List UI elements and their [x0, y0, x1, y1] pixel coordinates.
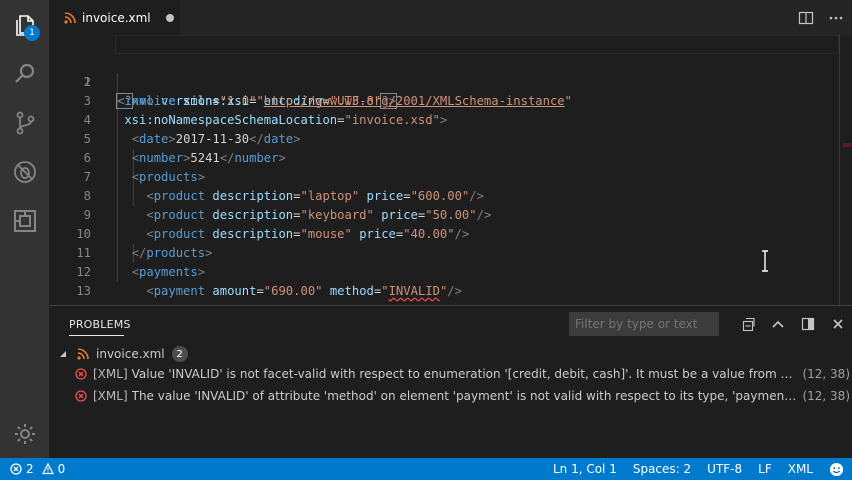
- error-count: 2: [26, 462, 34, 476]
- toggle-panel-position-icon[interactable]: [800, 316, 816, 332]
- problem-source: [XML]: [93, 389, 128, 403]
- status-bar-right: Ln 1, Col 1 Spaces: 2 UTF-8 LF XML: [553, 458, 844, 480]
- warning-count: 0: [57, 462, 66, 476]
- code-line: 9 <product description="mouse" price="40…: [49, 187, 839, 241]
- expanded-triangle-icon[interactable]: [59, 350, 67, 358]
- chevron-up-icon[interactable]: [770, 316, 786, 332]
- error-icon: [75, 390, 87, 402]
- active-tab-indicator: [69, 335, 124, 336]
- code-line: 8 <product description="keyboard" price=…: [49, 168, 839, 222]
- vertical-scrollbar[interactable]: [839, 35, 840, 305]
- code-line: 11 <payments>: [49, 225, 839, 279]
- overview-ruler-error-mark: [843, 143, 852, 147]
- tab-invoice-xml[interactable]: invoice.xml: [49, 0, 180, 35]
- problem-position: (12, 38): [802, 389, 850, 403]
- error-icon: [10, 463, 22, 475]
- code-line: 2 <invoice xmlns:xsi="http://www.w3.org/…: [49, 54, 839, 108]
- code-line: 1 <?xml version="1.0" encoding="UTF-8"?>: [49, 35, 839, 109]
- code-editor[interactable]: 1 <?xml version="1.0" encoding="UTF-8"?>…: [49, 35, 852, 305]
- problem-source: [XML]: [93, 367, 128, 381]
- problems-file-group[interactable]: invoice.xml 2: [59, 344, 188, 364]
- problems-status[interactable]: 2 0: [10, 458, 65, 480]
- explorer-icon[interactable]: [0, 0, 49, 49]
- end-of-line[interactable]: LF: [758, 462, 772, 476]
- tab-bar: invoice.xml: [49, 0, 852, 35]
- activity-bar: 1: [0, 0, 49, 458]
- indentation[interactable]: Spaces: 2: [633, 462, 691, 476]
- warning-icon: [41, 463, 54, 475]
- rss-xml-file-icon: [64, 11, 76, 24]
- problem-item[interactable]: [XML] The value 'INVALID' of attribute '…: [75, 385, 852, 407]
- panel-actions: [740, 316, 846, 332]
- problems-panel: PROBLEMS invoice.xml 2: [49, 305, 852, 458]
- language-mode[interactable]: XML: [788, 462, 813, 476]
- code-line: 10 </products>: [49, 206, 839, 260]
- file-encoding[interactable]: UTF-8: [707, 462, 742, 476]
- problems-file-name: invoice.xml: [96, 347, 165, 361]
- code-line: 12 <payment amount="690.00" method="INVA…: [49, 244, 839, 298]
- tab-title: invoice.xml: [82, 10, 151, 25]
- debug-icon[interactable]: [0, 147, 49, 196]
- close-icon[interactable]: [830, 316, 846, 332]
- split-editor-icon[interactable]: [798, 10, 814, 26]
- problem-count-badge: 2: [171, 346, 188, 362]
- code-line: 14 </invoice>: [49, 282, 839, 305]
- search-icon[interactable]: [0, 49, 49, 98]
- problem-position: (12, 38): [802, 367, 850, 381]
- problem-message: The value 'INVALID' of attribute 'method…: [131, 389, 797, 403]
- explorer-badge: 1: [24, 25, 40, 41]
- problems-filter-input[interactable]: [569, 312, 719, 336]
- cursor-position[interactable]: Ln 1, Col 1: [553, 462, 617, 476]
- code-line: 3 xsi:noNamespaceSchemaLocation="invoice…: [49, 73, 839, 127]
- status-bar: 2 0 Ln 1, Col 1 Spaces: 2 UTF-8 LF XML: [0, 458, 852, 480]
- code-line: 4 <date>2017-11-30</date>: [49, 92, 839, 146]
- source-control-icon[interactable]: [0, 98, 49, 147]
- unsaved-indicator-icon[interactable]: [165, 13, 174, 22]
- extensions-icon[interactable]: [0, 196, 49, 245]
- collapse-all-icon[interactable]: [740, 316, 756, 332]
- more-actions-icon[interactable]: [828, 10, 844, 26]
- problem-message: Value 'INVALID' is not facet-valid with …: [131, 367, 797, 381]
- feedback-smiley-icon[interactable]: [829, 462, 844, 477]
- rss-xml-file-icon: [77, 348, 89, 360]
- panel-tab-problems[interactable]: PROBLEMS: [69, 318, 131, 331]
- code-line: 13 </payments>: [49, 263, 839, 305]
- settings-gear-icon[interactable]: [0, 409, 49, 458]
- code-line: 5 <number>5241</number>: [49, 111, 839, 165]
- problem-item[interactable]: [XML] Value 'INVALID' is not facet-valid…: [75, 363, 852, 385]
- current-line-highlight: [115, 35, 839, 54]
- text-cursor-icon: [762, 250, 768, 272]
- code-line: 6 <products>: [49, 130, 839, 184]
- code-line: 7 <product description="laptop" price="6…: [49, 149, 839, 203]
- error-icon: [75, 368, 87, 380]
- editor-actions: [798, 0, 844, 35]
